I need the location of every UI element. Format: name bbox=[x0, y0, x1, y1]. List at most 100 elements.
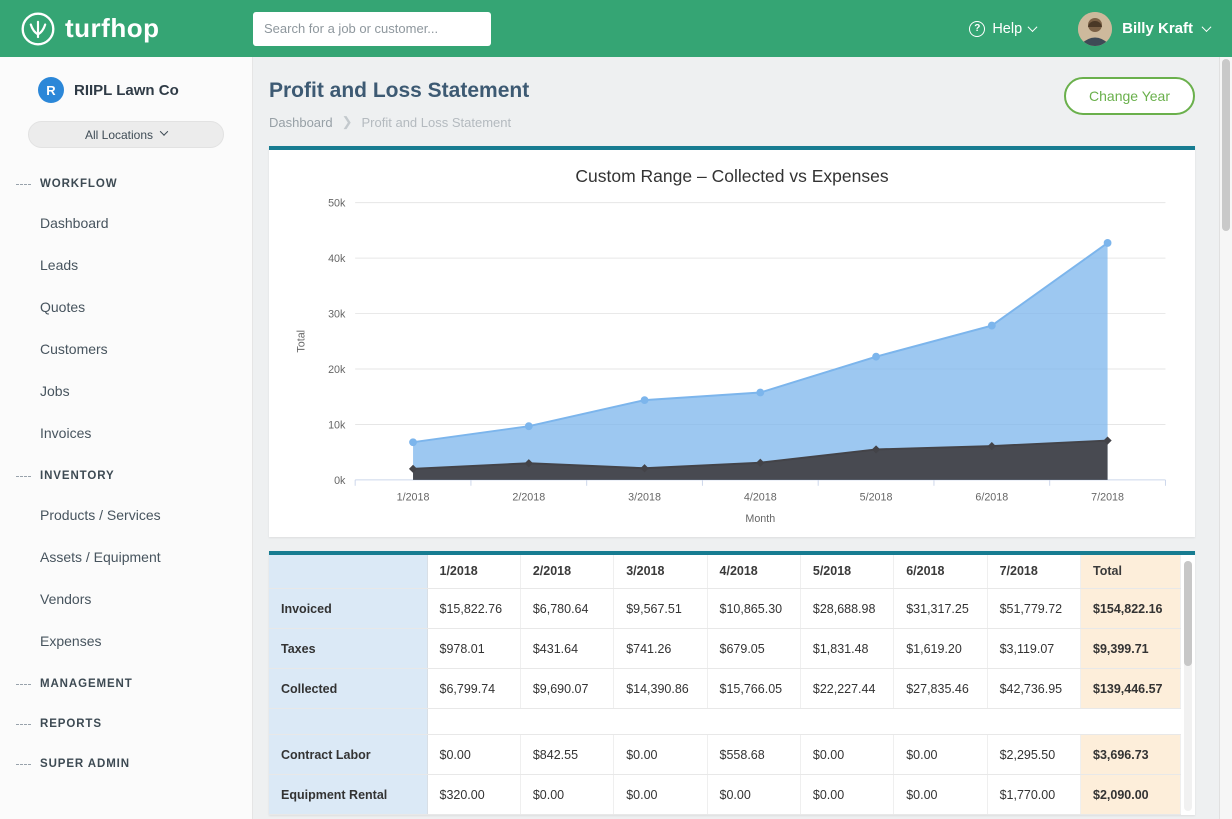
table-cell: $3,119.07 bbox=[987, 629, 1080, 669]
help-menu[interactable]: ? Help bbox=[969, 21, 1036, 37]
table-cell: $431.64 bbox=[520, 629, 613, 669]
page-scrollbar[interactable] bbox=[1219, 57, 1232, 819]
brand-name: turfhop bbox=[65, 13, 159, 44]
dashed-line-icon bbox=[16, 724, 31, 725]
breadcrumb-item-current: Profit and Loss Statement bbox=[362, 115, 512, 130]
table-scrollbar[interactable] bbox=[1184, 561, 1192, 812]
row-total: $3,696.73 bbox=[1081, 735, 1181, 775]
table-head: 1/20182/20183/20184/20185/20186/20187/20… bbox=[269, 555, 1181, 589]
spacer-cell bbox=[987, 709, 1080, 735]
nav-section-label: WORKFLOW bbox=[40, 178, 117, 190]
nav-section-super-admin[interactable]: SUPER ADMIN bbox=[0, 746, 252, 782]
chart-card: Custom Range – Collected vs Expenses 0k1… bbox=[269, 146, 1195, 537]
chevron-down-icon bbox=[160, 127, 168, 135]
column-header-4-2018: 4/2018 bbox=[707, 555, 800, 589]
nav-section-label: REPORTS bbox=[40, 718, 102, 730]
sidebar-item-expenses[interactable]: Expenses bbox=[0, 620, 252, 662]
sidebar: R RIIPL Lawn Co All Locations WORKFLOW Da… bbox=[0, 57, 253, 819]
svg-text:10k: 10k bbox=[328, 419, 346, 431]
table-cell: $679.05 bbox=[707, 629, 800, 669]
table-cell: $741.26 bbox=[614, 629, 707, 669]
chart-wrap: 0k10k20k30k40k50k1/20182/20183/20184/201… bbox=[279, 189, 1185, 533]
user-menu[interactable]: Billy Kraft bbox=[1078, 12, 1210, 46]
column-header-6-2018: 6/2018 bbox=[894, 555, 987, 589]
table-cell: $10,865.30 bbox=[707, 589, 800, 629]
nav-section-workflow[interactable]: WORKFLOW bbox=[0, 166, 252, 202]
sidebar-item-dashboard[interactable]: Dashboard bbox=[0, 202, 252, 244]
table-cell: $2,295.50 bbox=[987, 735, 1080, 775]
location-filter[interactable]: All Locations bbox=[28, 121, 224, 148]
svg-text:1/2018: 1/2018 bbox=[397, 491, 430, 503]
row-label: Contract Labor bbox=[269, 735, 427, 775]
table-cell: $28,688.98 bbox=[800, 589, 893, 629]
column-header-total: Total bbox=[1081, 555, 1181, 589]
column-header-2-2018: 2/2018 bbox=[520, 555, 613, 589]
table-cell: $6,780.64 bbox=[520, 589, 613, 629]
breadcrumb-separator: ❯ bbox=[342, 114, 353, 130]
spacer-cell bbox=[1081, 709, 1181, 735]
table-row-contract-labor: Contract Labor$0.00$842.55$0.00$558.68$0… bbox=[269, 735, 1181, 775]
svg-text:Total: Total bbox=[295, 330, 307, 353]
svg-text:7/2018: 7/2018 bbox=[1091, 491, 1124, 503]
sidebar-item-assets-equipment[interactable]: Assets / Equipment bbox=[0, 536, 252, 578]
table-cell: $0.00 bbox=[800, 735, 893, 775]
row-label: Equipment Rental bbox=[269, 775, 427, 815]
row-total: $9,399.71 bbox=[1081, 629, 1181, 669]
sidebar-item-invoices[interactable]: Invoices bbox=[0, 412, 252, 454]
row-total: $139,446.57 bbox=[1081, 669, 1181, 709]
avatar bbox=[1078, 12, 1112, 46]
svg-text:30k: 30k bbox=[328, 308, 346, 320]
table-card: 1/20182/20183/20184/20185/20186/20187/20… bbox=[269, 551, 1195, 816]
help-label: Help bbox=[992, 21, 1022, 37]
page-scrollbar-thumb[interactable] bbox=[1222, 59, 1230, 231]
spacer-cell bbox=[800, 709, 893, 735]
breadcrumb-item-dashboard[interactable]: Dashboard bbox=[269, 115, 333, 130]
column-header-1-2018: 1/2018 bbox=[427, 555, 520, 589]
global-search-input[interactable] bbox=[253, 12, 491, 46]
nav-section-management[interactable]: MANAGEMENT bbox=[0, 666, 252, 702]
change-year-button[interactable]: Change Year bbox=[1064, 77, 1195, 115]
table-cell: $0.00 bbox=[707, 775, 800, 815]
table-cell: $9,567.51 bbox=[614, 589, 707, 629]
chevron-down-icon bbox=[1028, 22, 1038, 32]
sidebar-item-quotes[interactable]: Quotes bbox=[0, 286, 252, 328]
company-badge[interactable]: R RIIPL Lawn Co bbox=[0, 57, 252, 113]
sidebar-item-customers[interactable]: Customers bbox=[0, 328, 252, 370]
table-cell: $9,690.07 bbox=[520, 669, 613, 709]
table-row-equipment-rental: Equipment Rental$320.00$0.00$0.00$0.00$0… bbox=[269, 775, 1181, 815]
svg-text:0k: 0k bbox=[334, 475, 346, 487]
nav-section-reports[interactable]: REPORTS bbox=[0, 706, 252, 742]
table-cell: $0.00 bbox=[894, 775, 987, 815]
svg-text:20k: 20k bbox=[328, 364, 346, 376]
table-cell: $0.00 bbox=[427, 735, 520, 775]
company-name: RIIPL Lawn Co bbox=[74, 82, 179, 99]
sidebar-item-jobs[interactable]: Jobs bbox=[0, 370, 252, 412]
nav-section-label: MANAGEMENT bbox=[40, 678, 133, 690]
nav-section-inventory[interactable]: INVENTORY bbox=[0, 458, 252, 494]
table-scrollbar-thumb[interactable] bbox=[1184, 561, 1192, 666]
table-cell: $0.00 bbox=[800, 775, 893, 815]
brand-logo[interactable]: turfhop bbox=[0, 11, 233, 47]
svg-text:Month: Month bbox=[745, 513, 775, 525]
spacer-cell bbox=[894, 709, 987, 735]
svg-text:50k: 50k bbox=[328, 198, 346, 210]
table-row-collected: Collected$6,799.74$9,690.07$14,390.86$15… bbox=[269, 669, 1181, 709]
column-header-5-2018: 5/2018 bbox=[800, 555, 893, 589]
sidebar-item-products-services[interactable]: Products / Services bbox=[0, 494, 252, 536]
svg-text:5/2018: 5/2018 bbox=[860, 491, 893, 503]
sidebar-item-vendors[interactable]: Vendors bbox=[0, 578, 252, 620]
dashed-line-icon bbox=[16, 476, 31, 477]
svg-text:3/2018: 3/2018 bbox=[628, 491, 661, 503]
pnl-table: 1/20182/20183/20184/20185/20186/20187/20… bbox=[269, 555, 1181, 816]
help-icon: ? bbox=[969, 21, 985, 37]
nav-section-label: INVENTORY bbox=[40, 470, 115, 482]
main-content: Profit and Loss Statement Dashboard ❯ Pr… bbox=[253, 57, 1219, 819]
sidebar-item-leads[interactable]: Leads bbox=[0, 244, 252, 286]
pnl-chart: 0k10k20k30k40k50k1/20182/20183/20184/201… bbox=[279, 189, 1185, 533]
table-cell: $22,227.44 bbox=[800, 669, 893, 709]
row-label: Taxes bbox=[269, 629, 427, 669]
table-cell: $27,835.46 bbox=[894, 669, 987, 709]
table-cell: $15,766.05 bbox=[707, 669, 800, 709]
page-title: Profit and Loss Statement bbox=[269, 79, 1195, 103]
table-cell: $6,799.74 bbox=[427, 669, 520, 709]
